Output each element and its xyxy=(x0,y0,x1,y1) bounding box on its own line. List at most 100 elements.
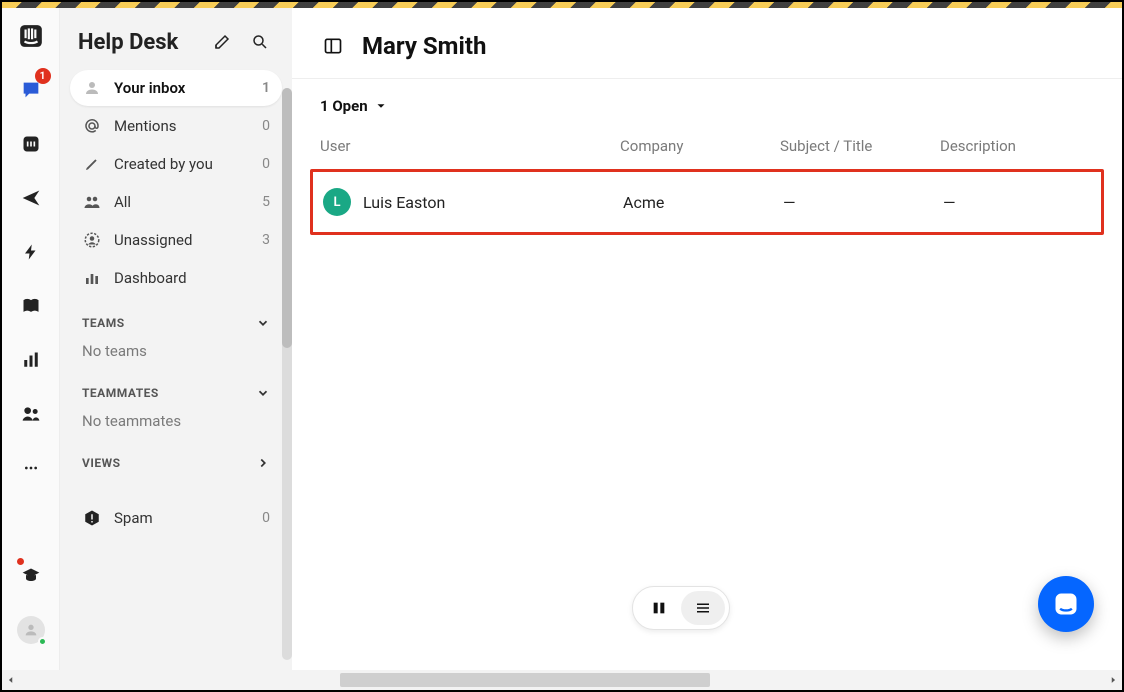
section-label: TEAMMATES xyxy=(82,386,159,400)
nav-unassigned[interactable]: Unassigned 3 xyxy=(70,222,282,258)
messenger-launcher[interactable] xyxy=(1038,576,1094,632)
nav-spam[interactable]: Spam 0 xyxy=(70,500,282,536)
bolt-icon xyxy=(22,243,40,261)
triangle-right-icon xyxy=(1108,675,1118,685)
rail-inbox[interactable]: 1 xyxy=(11,70,51,110)
horizontal-scrollbar xyxy=(2,670,1122,690)
messenger-icon xyxy=(1052,590,1080,618)
teammates-empty: No teammates xyxy=(60,406,292,436)
panel-icon xyxy=(323,36,343,56)
nav-label: Created by you xyxy=(114,155,213,173)
rail-academy[interactable] xyxy=(11,556,51,596)
spam-icon xyxy=(82,509,102,527)
triangle-left-icon xyxy=(6,675,16,685)
cell-subject: — xyxy=(783,193,943,212)
sidebar-scrollbar-thumb[interactable] xyxy=(282,88,292,348)
section-teams[interactable]: TEAMS xyxy=(60,296,292,336)
unassigned-icon xyxy=(82,231,102,249)
chevron-right-icon xyxy=(256,456,270,470)
user-avatar: L xyxy=(323,188,351,216)
table-columns: User Company Subject / Title Description xyxy=(292,125,1122,169)
view-card-option[interactable] xyxy=(637,591,681,625)
people-icon xyxy=(82,193,102,211)
more-icon xyxy=(23,460,39,476)
section-label: VIEWS xyxy=(82,456,121,470)
book-icon xyxy=(21,296,41,316)
list-icon xyxy=(694,599,712,617)
section-teammates[interactable]: TEAMMATES xyxy=(60,366,292,406)
send-icon xyxy=(21,188,41,208)
nav-label: Unassigned xyxy=(114,231,192,249)
nav-count: 1 xyxy=(262,80,270,96)
sidebar-title: Help Desk xyxy=(78,30,198,55)
compose-button[interactable] xyxy=(208,28,236,56)
nav-count: 0 xyxy=(262,156,270,172)
teams-empty: No teams xyxy=(60,336,292,366)
rail-profile[interactable] xyxy=(11,610,51,650)
chevron-down-icon xyxy=(374,99,388,113)
search-button[interactable] xyxy=(246,28,274,56)
scroll-track[interactable] xyxy=(20,673,1104,687)
rail-inbox-badge: 1 xyxy=(35,68,51,84)
person-icon xyxy=(82,79,102,97)
rail-reports[interactable] xyxy=(11,340,51,380)
table-row[interactable]: L Luis Easton Acme — — xyxy=(310,169,1104,235)
col-subject: Subject / Title xyxy=(780,137,940,155)
app-logo[interactable] xyxy=(11,16,51,56)
scroll-left-button[interactable] xyxy=(2,671,20,689)
col-description: Description xyxy=(940,137,1060,155)
nav-count: 3 xyxy=(262,232,270,248)
chart-icon xyxy=(22,351,40,369)
view-list-option[interactable] xyxy=(681,591,725,625)
col-user: User xyxy=(320,137,620,155)
at-icon xyxy=(82,117,102,135)
dashboard-icon xyxy=(82,270,102,286)
col-company: Company xyxy=(620,137,780,155)
cell-company: Acme xyxy=(623,193,783,212)
nav-label: Dashboard xyxy=(114,269,187,287)
rail-more[interactable] xyxy=(11,448,51,488)
nav-label: Mentions xyxy=(114,117,176,135)
rail-articles[interactable] xyxy=(11,286,51,326)
nav-count: 0 xyxy=(262,118,270,134)
pencil-icon xyxy=(82,156,102,172)
main-panel: Mary Smith 1 Open User Company Subject /… xyxy=(292,8,1122,670)
page-title: Mary Smith xyxy=(362,32,486,60)
nav-label: All xyxy=(114,193,131,211)
nav-rail: 1 xyxy=(2,8,60,670)
filter-label: 1 Open xyxy=(320,97,368,115)
nav-label: Your inbox xyxy=(114,79,185,97)
nav-created-by-you[interactable]: Created by you 0 xyxy=(70,146,282,182)
person-icon xyxy=(23,622,39,638)
nav-dashboard[interactable]: Dashboard xyxy=(70,260,282,296)
rail-contacts[interactable] xyxy=(11,394,51,434)
section-views[interactable]: VIEWS xyxy=(60,436,292,476)
nav-count: 0 xyxy=(262,510,270,526)
view-toggle xyxy=(632,586,730,630)
rail-outbound[interactable] xyxy=(11,178,51,218)
sidebar: Help Desk Your inbox 1 Mentions 0 Create… xyxy=(60,8,292,670)
notification-dot xyxy=(17,558,24,565)
scroll-thumb[interactable] xyxy=(340,673,710,687)
nav-all[interactable]: All 5 xyxy=(70,184,282,220)
nav-your-inbox[interactable]: Your inbox 1 xyxy=(70,70,282,106)
presence-online xyxy=(38,637,47,646)
compose-icon xyxy=(213,33,231,51)
panel-toggle-button[interactable] xyxy=(320,33,346,59)
nav-mentions[interactable]: Mentions 0 xyxy=(70,108,282,144)
rail-tickets[interactable] xyxy=(11,124,51,164)
chevron-down-icon xyxy=(256,316,270,330)
graduation-icon xyxy=(21,566,41,586)
columns-icon xyxy=(651,600,667,616)
profile-avatar xyxy=(17,616,45,644)
section-label: TEAMS xyxy=(82,316,125,330)
people-icon xyxy=(21,404,41,424)
search-icon xyxy=(251,33,269,51)
nav-label: Spam xyxy=(114,509,153,527)
intercom-logo-icon xyxy=(18,23,44,49)
filter-open-dropdown[interactable]: 1 Open xyxy=(292,79,1122,125)
ticket-icon xyxy=(21,134,41,154)
rail-automation[interactable] xyxy=(11,232,51,272)
nav-count: 5 xyxy=(262,194,270,210)
scroll-right-button[interactable] xyxy=(1104,671,1122,689)
